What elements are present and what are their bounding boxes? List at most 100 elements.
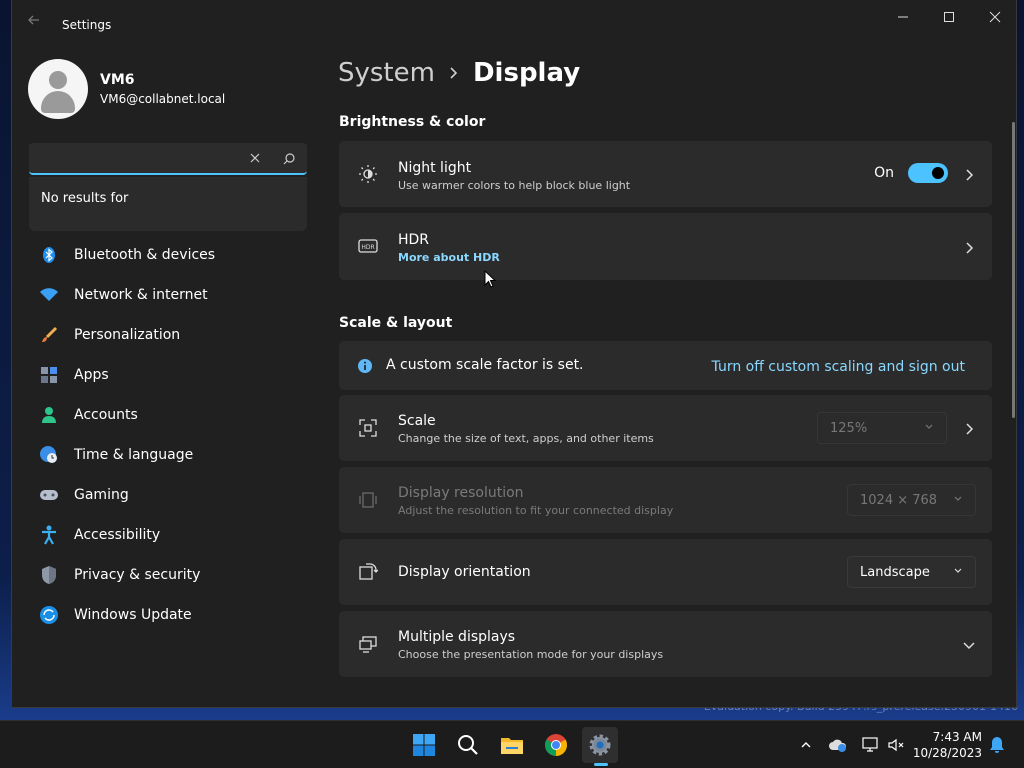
multiple-displays-icon [357,633,379,655]
volume-tray-button[interactable] [886,735,906,755]
orientation-icon [357,561,379,583]
file-explorer-icon [501,738,523,754]
clock-date: 10/28/2023 [912,746,982,760]
profile-email: VM6@collabnet.local [100,92,226,106]
volume-muted-icon [888,738,904,752]
chevron-right-icon [962,167,976,181]
profile-name: VM6 [100,72,135,88]
resolution-dropdown: 1024 × 768 [847,484,976,516]
orientation-value: Landscape [860,564,930,580]
hdr-title: HDR [398,232,430,248]
resolution-icon [357,489,379,511]
breadcrumb-system[interactable]: System [338,58,435,88]
night-light-toggle-wrap: On [874,163,948,183]
sidebar-item-network[interactable]: Network & internet [29,275,307,315]
active-app-indicator [594,763,608,766]
account-icon [39,405,59,425]
chrome-button[interactable] [538,727,574,763]
chevron-down-icon [953,566,963,579]
show-hidden-icons-button[interactable] [796,735,816,755]
scale-subtitle: Change the size of text, apps, and other… [398,432,654,445]
custom-scale-info-bar: A custom scale factor is set. Turn off c… [339,341,992,390]
minimize-button[interactable] [880,0,926,34]
search-results-popup: No results for [29,177,307,231]
night-light-subtitle: Use warmer colors to help block blue lig… [398,179,631,192]
night-light-state: On [874,165,894,181]
taskbar-clock[interactable]: 7:43 AM 10/28/2023 [912,729,982,761]
settings-icon [589,734,611,756]
bell-icon [990,737,1004,753]
main-scrollbar[interactable] [1012,122,1015,418]
hdr-icon: HDR [357,235,379,257]
start-button[interactable] [406,727,442,763]
more-about-hdr-link[interactable]: More about HDR [398,251,500,264]
onedrive-tray-button[interactable] [828,735,848,755]
avatar [28,59,88,119]
chevron-up-icon [801,742,811,748]
orientation-dropdown[interactable]: Landscape [847,556,976,588]
sidebar-item-personalization[interactable]: Personalization [29,315,307,355]
sidebar-item-windows-update[interactable]: Windows Update [29,595,307,635]
search-icon [283,153,295,165]
taskbar: 7:43 AM 10/28/2023 [0,720,1024,768]
sidebar-item-gaming[interactable]: Gaming [29,475,307,515]
turn-off-custom-scaling-link[interactable]: Turn off custom scaling and sign out [712,359,965,375]
sidebar-item-apps[interactable]: Apps [29,355,307,395]
network-tray-button[interactable] [860,735,880,755]
sidebar-item-label: Network & internet [74,287,208,303]
night-light-toggle[interactable] [908,163,948,183]
search-input[interactable] [37,149,237,169]
sidebar-item-label: Accessibility [74,527,161,543]
sidebar-item-label: Privacy & security [74,567,201,583]
breadcrumb: System Display [338,58,580,88]
apps-icon [39,365,59,385]
multiple-displays-subtitle: Choose the presentation mode for your di… [398,648,664,661]
file-explorer-button[interactable] [494,727,530,763]
night-light-card[interactable]: Night light Use warmer colors to help bl… [339,141,992,207]
page-title: Display [472,58,581,88]
title-bar: Settings [12,0,1016,40]
main-content: System Display Brightness & color Night … [338,40,998,707]
sidebar-item-label: Windows Update [74,607,192,623]
network-icon [862,737,878,752]
sidebar-item-label: Apps [74,367,109,383]
clock-time: 7:43 AM [932,730,982,744]
search-button[interactable] [279,149,299,169]
clear-search-button[interactable] [245,149,265,169]
app-title: Settings [62,18,112,32]
sidebar-item-bluetooth[interactable]: Bluetooth & devices [29,235,307,275]
scale-card[interactable]: Scale Change the size of text, apps, and… [339,395,992,461]
maximize-button[interactable] [926,0,972,34]
scale-value: 125% [830,420,868,436]
update-icon [39,605,59,625]
shield-icon [39,565,59,585]
close-icon [989,11,1001,23]
sidebar-item-time-language[interactable]: Time & language [29,435,307,475]
clock-globe-icon [39,445,59,465]
search-icon [458,735,478,755]
multiple-displays-card[interactable]: Multiple displays Choose the presentatio… [339,611,992,677]
notifications-button[interactable] [987,735,1007,755]
back-button[interactable] [26,12,46,32]
maximize-icon [944,12,954,22]
scale-title: Scale [398,413,436,429]
sidebar-item-label: Bluetooth & devices [74,247,216,263]
sidebar-item-accounts[interactable]: Accounts [29,395,307,435]
start-icon [413,734,435,756]
close-button[interactable] [972,0,1016,34]
back-arrow-icon [28,15,39,25]
settings-search-box [29,143,307,175]
close-icon [250,153,260,163]
display-orientation-title: Display orientation [398,564,531,580]
wifi-icon [39,285,59,305]
sidebar-item-privacy[interactable]: Privacy & security [29,555,307,595]
scale-dropdown[interactable]: 125% [817,412,947,444]
sidebar-item-accessibility[interactable]: Accessibility [29,515,307,555]
hdr-card[interactable]: HDR HDR More about HDR [339,213,992,280]
settings-taskbar-button[interactable] [582,727,618,763]
sidebar-item-label: Time & language [74,447,194,463]
user-profile[interactable]: VM6 VM6@collabnet.local [28,58,225,120]
svg-text:HDR: HDR [361,244,374,251]
taskbar-search-button[interactable] [450,727,486,763]
chevron-down-icon [924,422,934,435]
